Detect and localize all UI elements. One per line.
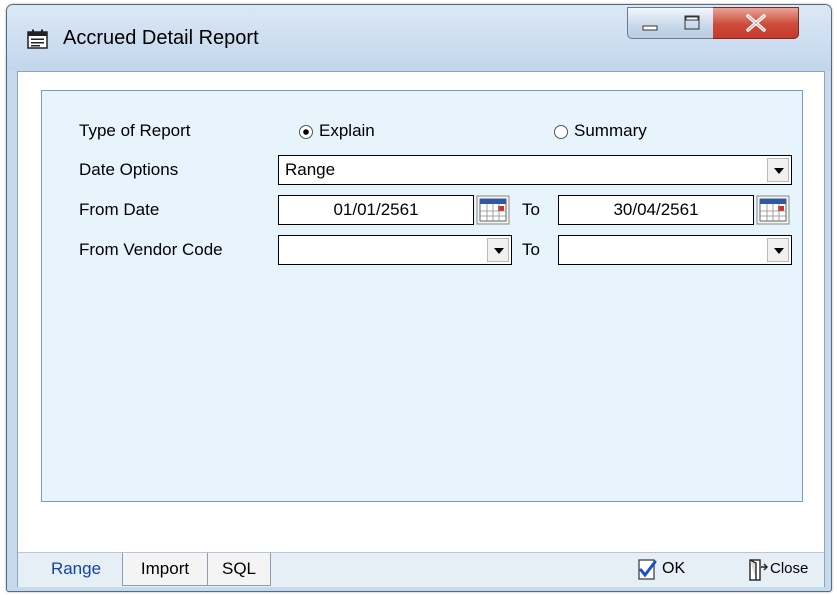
exit-door-icon <box>749 559 768 581</box>
calendar-icon[interactable] <box>756 195 790 225</box>
report-window: Accrued Detail Report Type of Report Exp… <box>6 4 832 592</box>
maximize-icon <box>684 15 700 30</box>
date-options-dropdown-button[interactable] <box>767 158 789 182</box>
chevron-down-icon <box>774 168 784 174</box>
tab-import[interactable]: Import <box>122 553 208 586</box>
close-window-button[interactable] <box>713 7 799 39</box>
report-window-icon <box>27 29 48 49</box>
minimize-button[interactable] <box>627 7 671 39</box>
tab-range[interactable]: Range <box>30 553 122 586</box>
vendor-from-dropdown-button[interactable] <box>487 238 509 262</box>
radio-summary[interactable] <box>553 124 569 140</box>
chevron-down-icon <box>774 248 784 254</box>
to-date-label: To <box>522 200 540 219</box>
range-panel: Type of Report Explain Summary Date Opti… <box>41 90 803 502</box>
minimize-icon <box>642 25 658 31</box>
close-button[interactable]: Close <box>748 553 824 586</box>
vendor-to-dropdown-button[interactable] <box>767 238 789 262</box>
date-options-select[interactable]: Range <box>278 155 792 185</box>
bottom-tab-bar: Range Import SQL OK Close <box>18 552 824 587</box>
vendor-to-label: To <box>522 240 540 259</box>
calendar-icon[interactable] <box>476 195 510 225</box>
chevron-down-icon <box>494 248 504 254</box>
maximize-button[interactable] <box>670 7 714 39</box>
radio-explain[interactable] <box>298 124 314 140</box>
from-date-input[interactable]: 01/01/2561 <box>278 195 474 225</box>
radio-summary-label[interactable]: Summary <box>574 121 647 141</box>
to-date-input[interactable]: 30/04/2561 <box>558 195 754 225</box>
type-of-report-label: Type of Report <box>79 121 191 140</box>
close-icon <box>746 14 766 32</box>
close-label: Close <box>770 560 809 577</box>
ok-label: OK <box>662 560 686 577</box>
check-document-icon <box>638 559 657 580</box>
tab-sql[interactable]: SQL <box>207 553 271 586</box>
date-options-label: Date Options <box>79 160 179 179</box>
date-options-value: Range <box>285 160 336 179</box>
client-area: Type of Report Explain Summary Date Opti… <box>17 71 825 587</box>
ok-button[interactable]: OK <box>638 553 698 586</box>
vendor-from-select[interactable] <box>278 235 512 265</box>
radio-explain-label[interactable]: Explain <box>319 121 375 141</box>
window-title: Accrued Detail Report <box>63 27 259 49</box>
vendor-to-select[interactable] <box>558 235 792 265</box>
vendor-code-label: From Vendor Code <box>79 240 223 259</box>
from-date-label: From Date <box>79 200 160 219</box>
title-bar[interactable]: Accrued Detail Report <box>7 5 831 71</box>
